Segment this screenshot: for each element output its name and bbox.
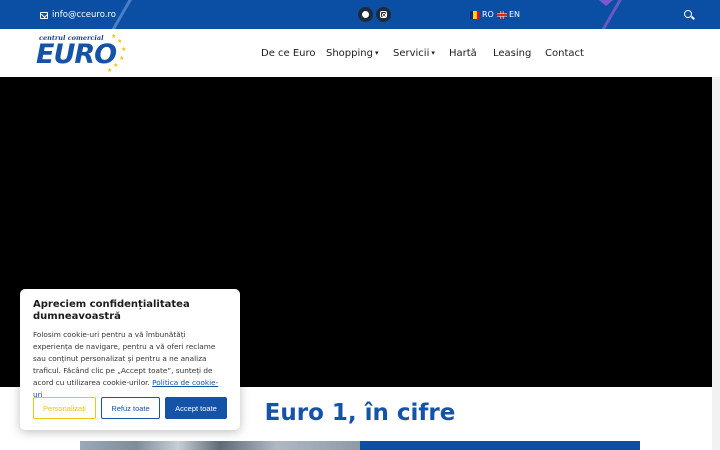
nav-shopping[interactable]: Shopping ▾ xyxy=(326,29,378,77)
facebook-icon xyxy=(362,11,369,18)
email-link[interactable]: info@cceuro.ro xyxy=(40,9,116,21)
language-en-label: EN xyxy=(509,10,521,19)
star-icon: ★ xyxy=(113,62,119,69)
language-en[interactable]: EN xyxy=(497,10,520,19)
nav-label: De ce Euro xyxy=(261,47,316,59)
stats-banner xyxy=(80,441,640,450)
star-icon: ★ xyxy=(121,46,127,53)
email-text: info@cceuro.ro xyxy=(52,10,116,20)
reject-all-button[interactable]: Refuz toate xyxy=(101,397,160,419)
cookie-consent-dialog: Apreciem confidențialitatea dumneavoastr… xyxy=(20,289,240,430)
chevron-down-icon: ▾ xyxy=(431,49,435,57)
nav-label: Servicii xyxy=(393,47,430,59)
star-icon: ★ xyxy=(107,67,113,74)
nav-contact[interactable]: Contact xyxy=(545,29,584,77)
star-icon: ★ xyxy=(111,33,117,40)
romania-flag-icon xyxy=(470,10,480,19)
nav-leasing[interactable]: Leasing xyxy=(493,29,531,77)
language-ro[interactable]: RO xyxy=(470,10,494,19)
star-icon: ★ xyxy=(117,38,123,45)
main-header: centrul comercial EURO ★ ★ ★ ★ ★ ★ De ce… xyxy=(0,29,720,77)
search-icon[interactable] xyxy=(684,10,692,18)
accept-all-button[interactable]: Accept toate xyxy=(165,397,227,419)
nav-label: Shopping xyxy=(326,47,373,59)
instagram-link[interactable] xyxy=(376,7,391,22)
logo-name: EURO xyxy=(36,39,117,70)
page-scrollbar[interactable] xyxy=(712,77,720,450)
stats-panel xyxy=(360,441,640,450)
nav-label: Contact xyxy=(545,47,584,59)
site-logo[interactable]: centrul comercial EURO ★ ★ ★ ★ ★ ★ xyxy=(35,32,127,74)
customize-button[interactable]: Personalizați xyxy=(33,397,96,419)
facebook-link[interactable] xyxy=(358,7,373,22)
nav-de-ce-euro[interactable]: De ce Euro xyxy=(261,29,316,77)
envelope-icon xyxy=(40,11,48,19)
uk-flag-icon xyxy=(497,10,507,19)
cookie-text: Folosim cookie-uri pentru a vă îmbunătăț… xyxy=(33,329,227,401)
nav-label: Hartă xyxy=(449,47,477,59)
chevron-down-icon: ▾ xyxy=(374,49,379,57)
nav-servicii[interactable]: Servicii ▾ xyxy=(393,29,435,77)
nav-label: Leasing xyxy=(493,47,532,59)
instagram-icon xyxy=(380,11,387,18)
top-bar: info@cceuro.ro RO EN xyxy=(0,0,720,29)
cookie-buttons: Personalizați Refuz toate Accept toate xyxy=(33,397,227,419)
cookie-title: Apreciem confidențialitatea dumneavoastr… xyxy=(33,299,190,322)
language-ro-label: RO xyxy=(482,10,494,19)
star-icon: ★ xyxy=(119,55,125,62)
nav-harta[interactable]: Hartă xyxy=(449,29,477,77)
city-photo xyxy=(80,441,360,450)
